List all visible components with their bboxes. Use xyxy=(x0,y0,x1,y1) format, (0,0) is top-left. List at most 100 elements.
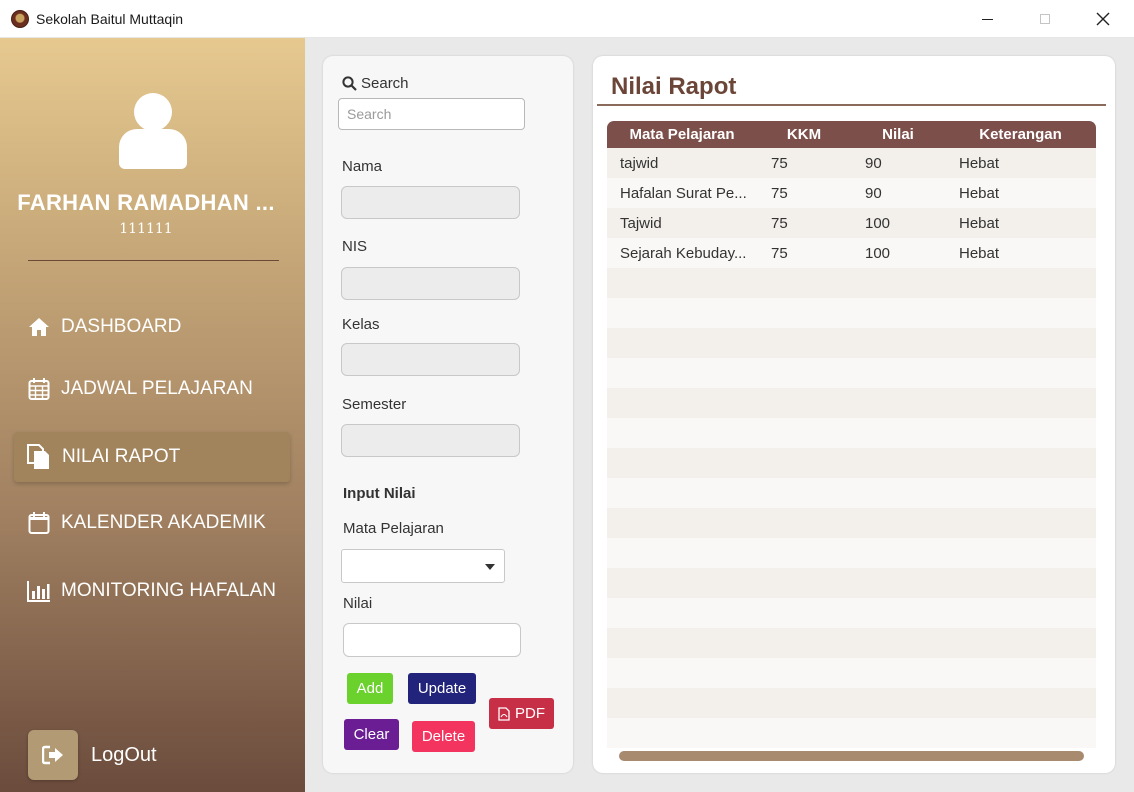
empty-row xyxy=(607,388,1096,418)
minimize-button[interactable] xyxy=(958,0,1016,38)
table-row[interactable]: tajwid 75 90 Hebat xyxy=(607,148,1096,178)
title-bar: Sekolah Baitul Muttaqin xyxy=(0,0,1134,38)
add-button[interactable]: Add xyxy=(347,673,393,704)
cell-mata-pelajaran: Tajwid xyxy=(620,214,662,232)
cell-mata-pelajaran: Hafalan Surat Pe... xyxy=(620,184,747,202)
report-files-icon xyxy=(26,444,50,469)
school-logo-icon xyxy=(11,10,29,28)
sidebar-item-dashboard[interactable]: DASHBOARD xyxy=(14,302,290,352)
input-nilai-title: Input Nilai xyxy=(343,485,416,502)
cell-kkm: 75 xyxy=(771,154,788,172)
user-nis: 111111 xyxy=(119,221,173,237)
nilai-label: Nilai xyxy=(343,595,373,612)
sidebar-item-label: KALENDER AKADEMIK xyxy=(61,512,266,533)
cell-nilai: 100 xyxy=(865,244,891,262)
table-row[interactable]: Sejarah Kebuday... 75 100 Hebat xyxy=(607,238,1096,268)
empty-row xyxy=(607,418,1096,448)
cell-nilai: 90 xyxy=(865,154,882,172)
logout-button[interactable] xyxy=(28,730,78,780)
empty-row xyxy=(607,688,1096,718)
horizontal-scrollbar[interactable] xyxy=(619,751,1084,761)
cell-mata-pelajaran: tajwid xyxy=(620,154,659,172)
logout-label[interactable]: LogOut xyxy=(91,744,157,767)
search-label: Search xyxy=(342,75,409,92)
pdf-button[interactable]: PDF xyxy=(489,698,554,729)
sidebar-item-nilai-rapot[interactable]: NILAI RAPOT xyxy=(14,432,290,482)
empty-row xyxy=(607,658,1096,688)
calendar-grid-icon xyxy=(27,377,51,401)
sidebar-divider xyxy=(28,260,279,261)
update-button[interactable]: Update xyxy=(408,673,476,704)
sidebar-item-kalender-akademik[interactable]: KALENDER AKADEMIK xyxy=(14,498,290,548)
home-icon xyxy=(27,315,51,339)
empty-row xyxy=(607,538,1096,568)
cell-kkm: 75 xyxy=(771,184,788,202)
sidebar-item-jadwal-pelajaran[interactable]: JADWAL PELAJARAN xyxy=(14,364,290,414)
calendar-icon xyxy=(27,511,51,535)
clear-button[interactable]: Clear xyxy=(344,719,399,750)
semester-label: Semester xyxy=(342,396,407,413)
sidebar-item-label: NILAI RAPOT xyxy=(62,446,181,467)
empty-row xyxy=(607,268,1096,298)
pdf-button-label: PDF xyxy=(515,705,545,722)
table-body: tajwid 75 90 Hebat Hafalan Surat Pe... 7… xyxy=(607,148,1096,748)
cell-nilai: 100 xyxy=(865,214,891,232)
cell-mata-pelajaran: Sejarah Kebuday... xyxy=(620,244,747,262)
mata-pelajaran-label: Mata Pelajaran xyxy=(343,520,444,537)
table-row[interactable]: Tajwid 75 100 Hebat xyxy=(607,208,1096,238)
column-header-nilai[interactable]: Nilai xyxy=(851,126,945,143)
nis-label: NIS xyxy=(342,238,368,255)
empty-row xyxy=(607,628,1096,658)
window-title: Sekolah Baitul Muttaqin xyxy=(36,11,184,27)
bar-chart-icon xyxy=(27,579,51,603)
nis-field[interactable] xyxy=(341,267,520,300)
cell-keterangan: Hebat xyxy=(959,154,1000,172)
search-icon xyxy=(342,76,357,91)
cell-keterangan: Hebat xyxy=(959,184,1000,202)
empty-row xyxy=(607,298,1096,328)
column-header-mata-pelajaran[interactable]: Mata Pelajaran xyxy=(607,126,757,143)
empty-row xyxy=(607,508,1096,538)
close-icon xyxy=(1096,12,1110,26)
logout-icon xyxy=(42,745,63,765)
maximize-icon xyxy=(1040,14,1050,24)
empty-row xyxy=(607,598,1096,628)
empty-row xyxy=(607,448,1096,478)
cell-keterangan: Hebat xyxy=(959,214,1000,232)
empty-row xyxy=(607,718,1096,748)
empty-row xyxy=(607,478,1096,508)
delete-button[interactable]: Delete xyxy=(412,721,475,752)
main-area: Search Nama NIS Kelas Semester Input Nil… xyxy=(305,38,1134,792)
mata-pelajaran-select[interactable] xyxy=(341,549,505,583)
cell-kkm: 75 xyxy=(771,214,788,232)
close-button[interactable] xyxy=(1074,0,1132,38)
search-label-text: Search xyxy=(361,75,409,92)
kelas-field[interactable] xyxy=(341,343,520,376)
sidebar-item-label: DASHBOARD xyxy=(61,316,182,337)
user-name: FARHAN RAMADHAN ... xyxy=(17,190,275,215)
table-panel: Nilai Rapot Mata Pelajaran KKM Nilai Ket… xyxy=(593,56,1115,773)
column-header-kkm[interactable]: KKM xyxy=(757,126,851,143)
cell-kkm: 75 xyxy=(771,244,788,262)
pdf-file-icon xyxy=(498,706,510,721)
cell-nilai: 90 xyxy=(865,184,882,202)
column-header-keterangan[interactable]: Keterangan xyxy=(945,126,1096,143)
table-header: Mata Pelajaran KKM Nilai Keterangan xyxy=(607,121,1096,148)
avatar-icon xyxy=(115,93,191,173)
page-title: Nilai Rapot xyxy=(611,73,737,100)
form-panel: Search Nama NIS Kelas Semester Input Nil… xyxy=(323,56,573,773)
kelas-label: Kelas xyxy=(342,316,380,333)
nama-label: Nama xyxy=(342,158,383,175)
nama-field[interactable] xyxy=(341,186,520,219)
empty-row xyxy=(607,358,1096,388)
minimize-icon xyxy=(981,18,993,20)
table-row[interactable]: Hafalan Surat Pe... 75 90 Hebat xyxy=(607,178,1096,208)
nilai-field[interactable] xyxy=(343,623,521,657)
chevron-down-icon xyxy=(485,564,495,570)
maximize-button[interactable] xyxy=(1016,0,1074,38)
semester-field[interactable] xyxy=(341,424,520,457)
empty-row xyxy=(607,568,1096,598)
search-input[interactable] xyxy=(338,98,525,130)
sidebar-item-monitoring-hafalan[interactable]: MONITORING HAFALAN xyxy=(14,566,290,616)
sidebar: FARHAN RAMADHAN ... 111111 DASHBOARD JAD… xyxy=(0,38,305,792)
